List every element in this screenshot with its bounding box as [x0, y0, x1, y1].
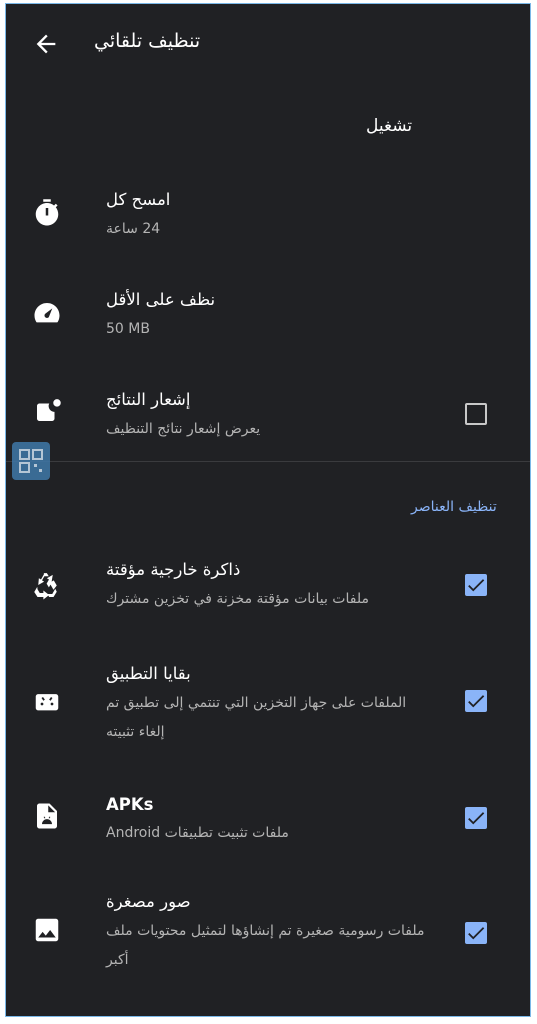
- setting-subtitle: الملفات على جهاز التخزين التي تنتمي إلى …: [106, 695, 407, 740]
- back-button[interactable]: [32, 30, 60, 58]
- setting-title: صور مصغرة: [106, 892, 191, 911]
- check-icon: [468, 579, 485, 592]
- divider: [6, 461, 530, 462]
- settings-screen: تنظيف تلقائي تشغيل امسح كل 24 ساعة نظف ع…: [5, 3, 531, 1017]
- setting-row-notify[interactable]: إشعار النتائج يعرض إشعار نتائج التنظيف: [6, 384, 530, 454]
- page-title: تنظيف تلقائي: [94, 30, 201, 52]
- setting-subtitle: ملفات رسومية صغيرة تم إنشاؤها لتمثيل محت…: [106, 923, 425, 968]
- apks-checkbox[interactable]: [465, 807, 487, 829]
- setting-title: امسح كل: [106, 190, 171, 209]
- notify-checkbox[interactable]: [465, 403, 487, 425]
- stopwatch-icon: [35, 199, 59, 226]
- apk-file-icon: [37, 803, 57, 829]
- thumbnails-checkbox[interactable]: [465, 922, 487, 944]
- app-leftovers-checkbox[interactable]: [465, 690, 487, 712]
- check-icon: [468, 927, 485, 940]
- setting-title: إشعار النتائج: [106, 390, 191, 409]
- notification-icon: [37, 399, 61, 421]
- arrow-back-icon: [36, 34, 56, 54]
- section-header-items: تنظيف العناصر: [411, 499, 497, 515]
- recycle-icon: [34, 573, 57, 600]
- setting-row-thumbnails[interactable]: صور مصغرة ملفات رسومية صغيرة تم إنشاؤها …: [6, 889, 530, 989]
- section-header-run: تشغيل: [366, 116, 413, 136]
- app-bar: تنظيف تلقائي: [6, 4, 530, 82]
- image-icon: [35, 918, 59, 942]
- setting-title: APKs: [106, 795, 154, 814]
- floating-app-badge[interactable]: [12, 442, 50, 480]
- external-cache-checkbox[interactable]: [465, 574, 487, 596]
- setting-subtitle: ملفات تثبيت تطبيقات Android: [106, 825, 289, 841]
- setting-row-app-leftovers[interactable]: بقايا التطبيق الملفات على جهاز التخزين ا…: [6, 658, 530, 758]
- setting-subtitle: ملفات بيانات مؤقتة مخزنة في تخزين مشترك: [106, 591, 369, 607]
- setting-row-apks[interactable]: APKs ملفات تثبيت تطبيقات Android: [6, 791, 530, 861]
- qr-badge-icon: [19, 449, 43, 473]
- setting-title: بقايا التطبيق: [106, 664, 191, 683]
- setting-title: ذاكرة خارجية مؤقتة: [106, 560, 241, 579]
- android-icon: [35, 694, 59, 711]
- setting-subtitle: 24 ساعة: [106, 221, 161, 237]
- setting-row-interval[interactable]: امسح كل 24 ساعة: [6, 184, 530, 254]
- speedometer-icon: [34, 303, 60, 323]
- check-icon: [468, 695, 485, 708]
- setting-row-min-size[interactable]: نظف على الأقل 50 MB: [6, 284, 530, 354]
- setting-title: نظف على الأقل: [106, 290, 216, 309]
- check-icon: [468, 812, 485, 825]
- setting-subtitle: 50 MB: [106, 321, 150, 337]
- setting-subtitle: يعرض إشعار نتائج التنظيف: [106, 421, 261, 437]
- setting-row-external-cache[interactable]: ذاكرة خارجية مؤقتة ملفات بيانات مؤقتة مخ…: [6, 554, 530, 624]
